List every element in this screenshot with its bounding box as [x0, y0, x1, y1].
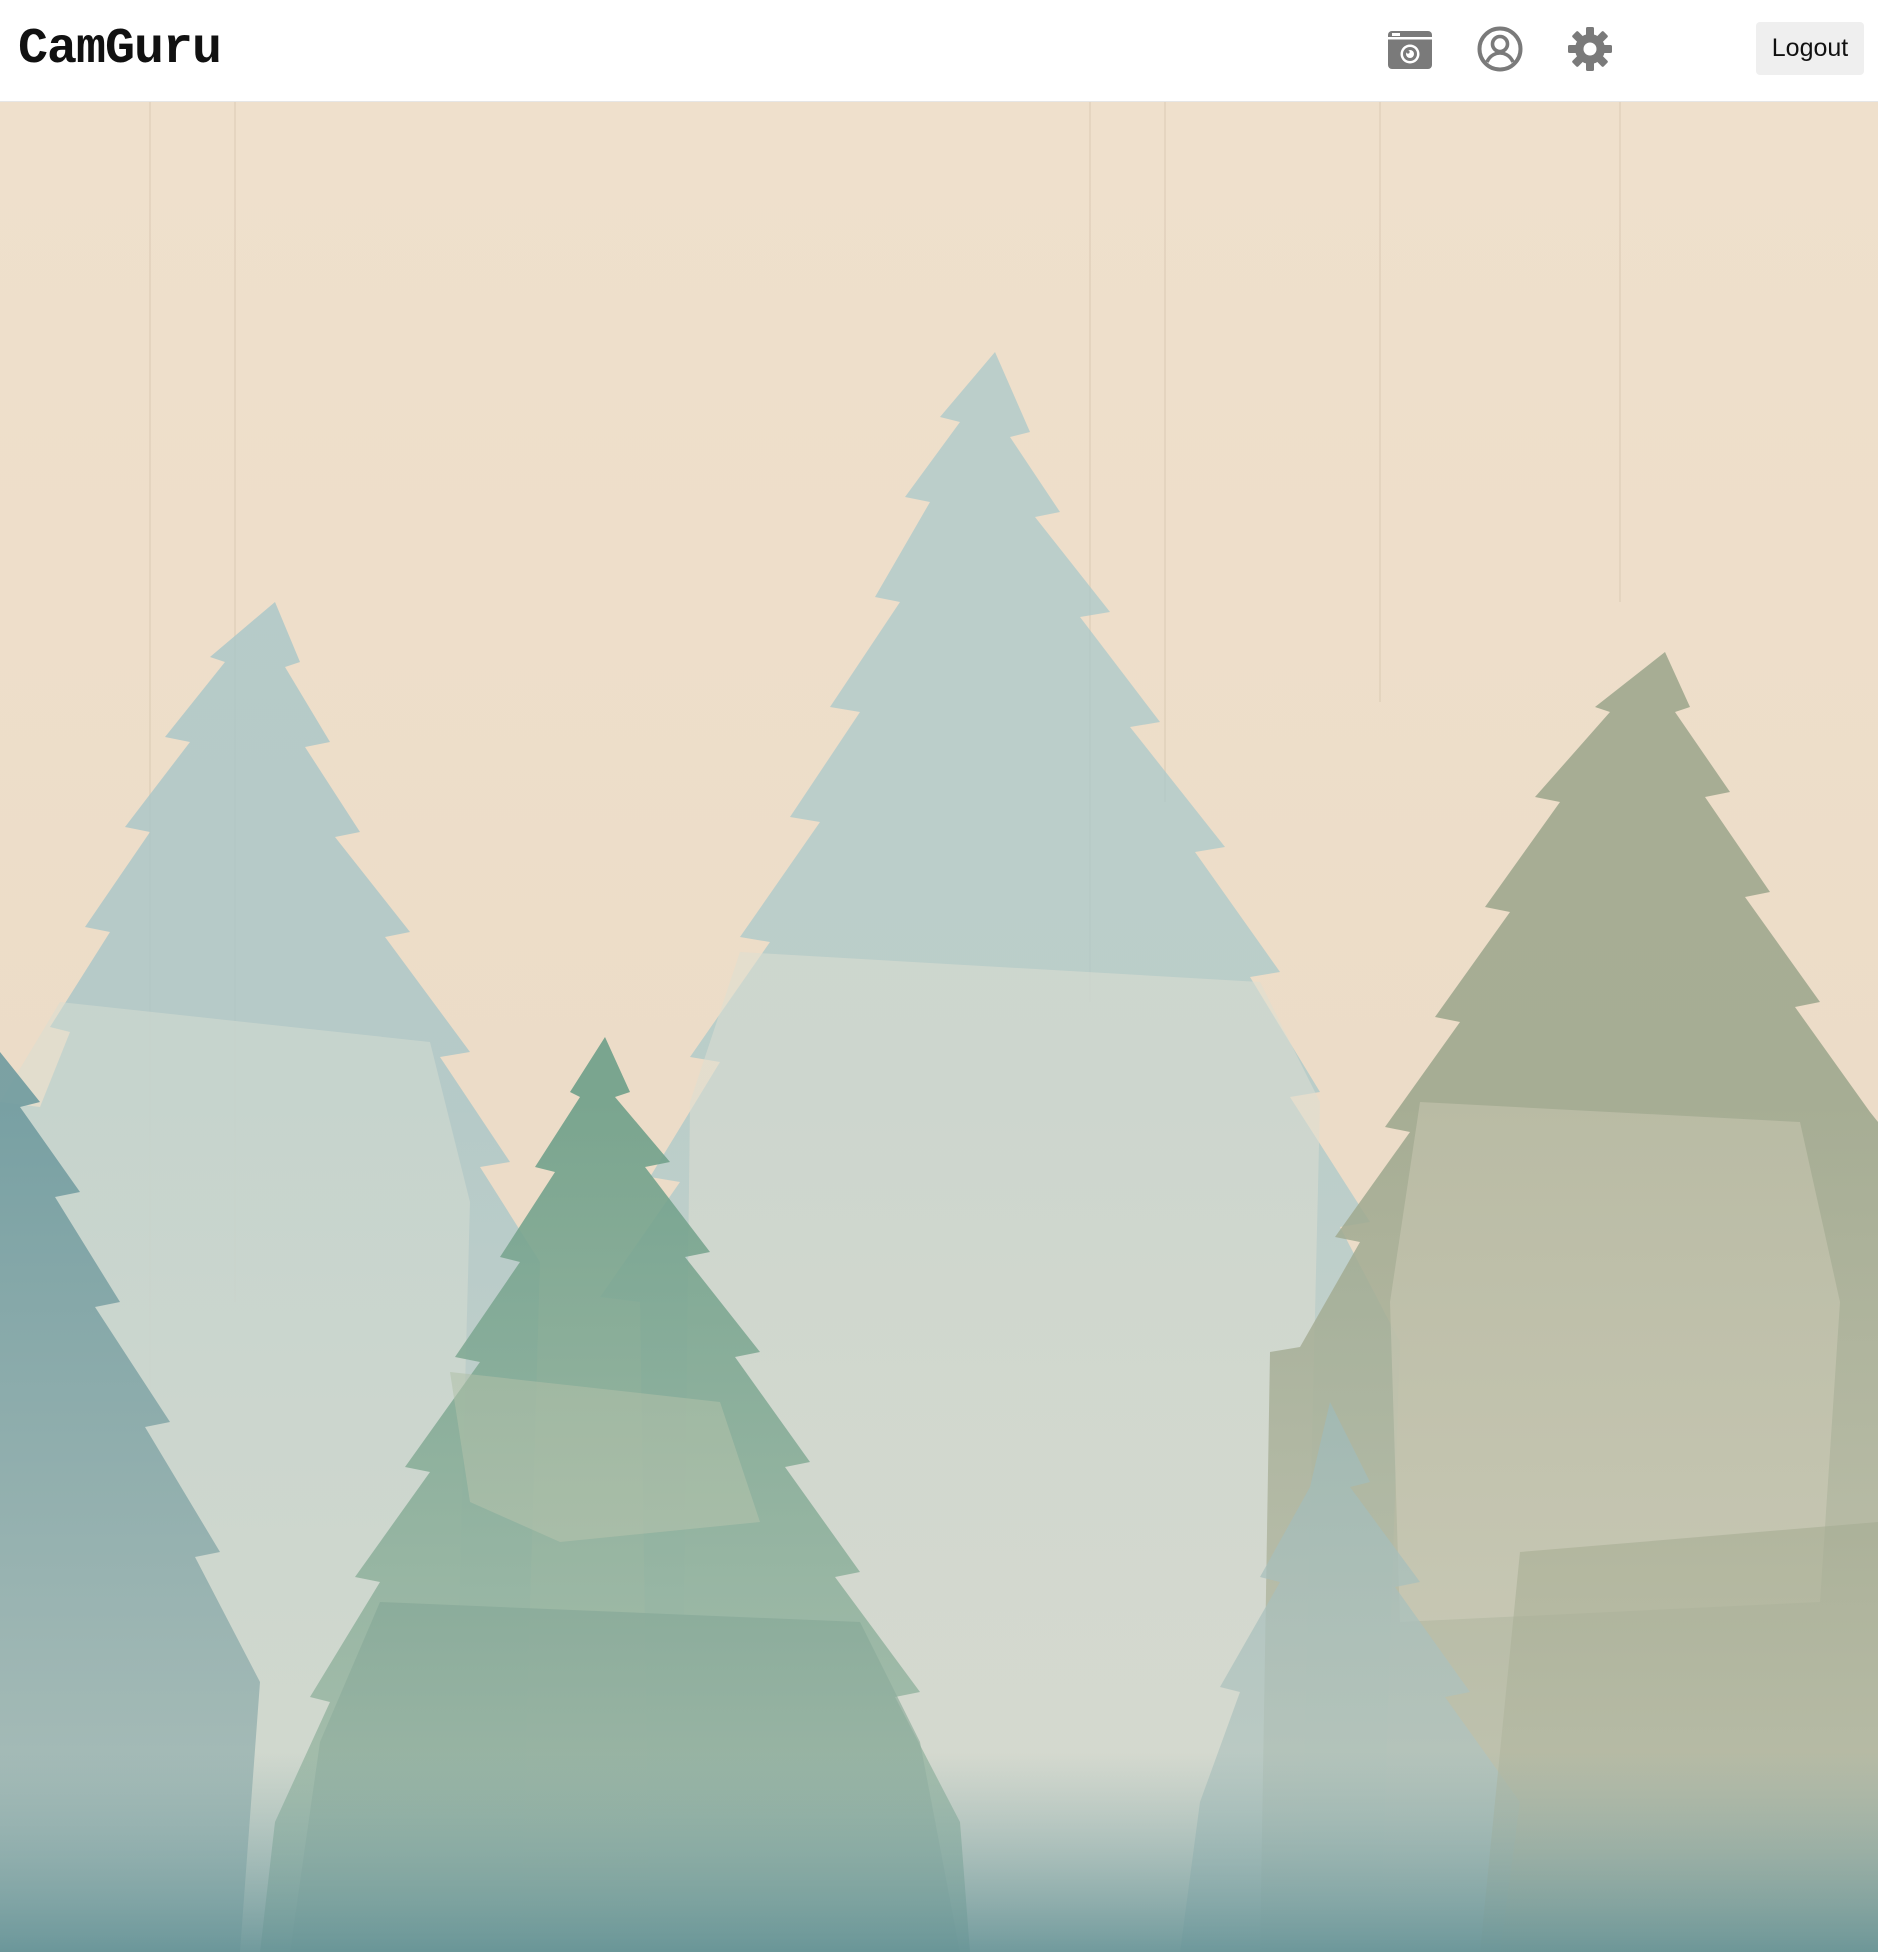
settings-button[interactable]	[1563, 22, 1617, 76]
camera-icon	[1386, 27, 1434, 71]
logout-button[interactable]: Logout	[1756, 22, 1864, 75]
gear-icon	[1566, 25, 1614, 73]
camera-button[interactable]	[1383, 22, 1437, 76]
app-logo[interactable]: CamGuru	[18, 22, 222, 78]
profile-button[interactable]	[1473, 22, 1527, 76]
top-header: CamGuru Logout	[0, 0, 1878, 102]
user-circle-icon	[1476, 25, 1524, 73]
forest-background-image	[0, 102, 1878, 1952]
